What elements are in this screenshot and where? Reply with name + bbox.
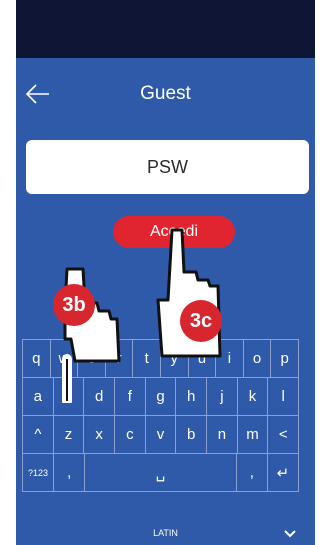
status-bar (16, 0, 315, 58)
key-k[interactable]: k (236, 378, 268, 415)
key-v[interactable]: v (144, 416, 176, 453)
space-key[interactable]: ␣ (84, 454, 236, 491)
key-comma-right[interactable]: , (235, 454, 267, 491)
key-m[interactable]: m (236, 416, 268, 453)
key-j[interactable]: j (206, 378, 237, 415)
key-h[interactable]: h (175, 378, 206, 415)
key-comma[interactable]: , (53, 454, 84, 491)
enter-key[interactable]: ↵ (266, 454, 299, 491)
pointing-hand-icon (156, 228, 222, 358)
key-l[interactable]: l (267, 378, 300, 415)
password-field[interactable]: PSW (26, 140, 309, 194)
pointing-hand-icon (62, 267, 121, 403)
keyboard-row-3: ^ z x c v b n m < (22, 415, 300, 453)
step-badge-3c: 3c (180, 300, 222, 342)
backspace-key[interactable]: < (267, 416, 300, 453)
symbols-key[interactable]: ?123 (22, 454, 53, 491)
key-x[interactable]: x (83, 416, 114, 453)
key-c[interactable]: c (114, 416, 145, 453)
key-b[interactable]: b (175, 416, 206, 453)
step-badge-3b: 3b (53, 284, 95, 326)
key-n[interactable]: n (206, 416, 237, 453)
keyboard-language-label: LATIN (153, 528, 178, 538)
page-title: Guest (140, 83, 191, 104)
keyboard-row-4: ?123 , ␣ , ↵ (22, 453, 299, 492)
key-p[interactable]: p (270, 340, 299, 377)
key-z[interactable]: z (52, 416, 84, 453)
shift-key[interactable]: ^ (22, 416, 53, 453)
key-g[interactable]: g (144, 378, 176, 415)
chevron-down-icon[interactable] (284, 530, 296, 538)
key-o[interactable]: o (242, 340, 271, 377)
